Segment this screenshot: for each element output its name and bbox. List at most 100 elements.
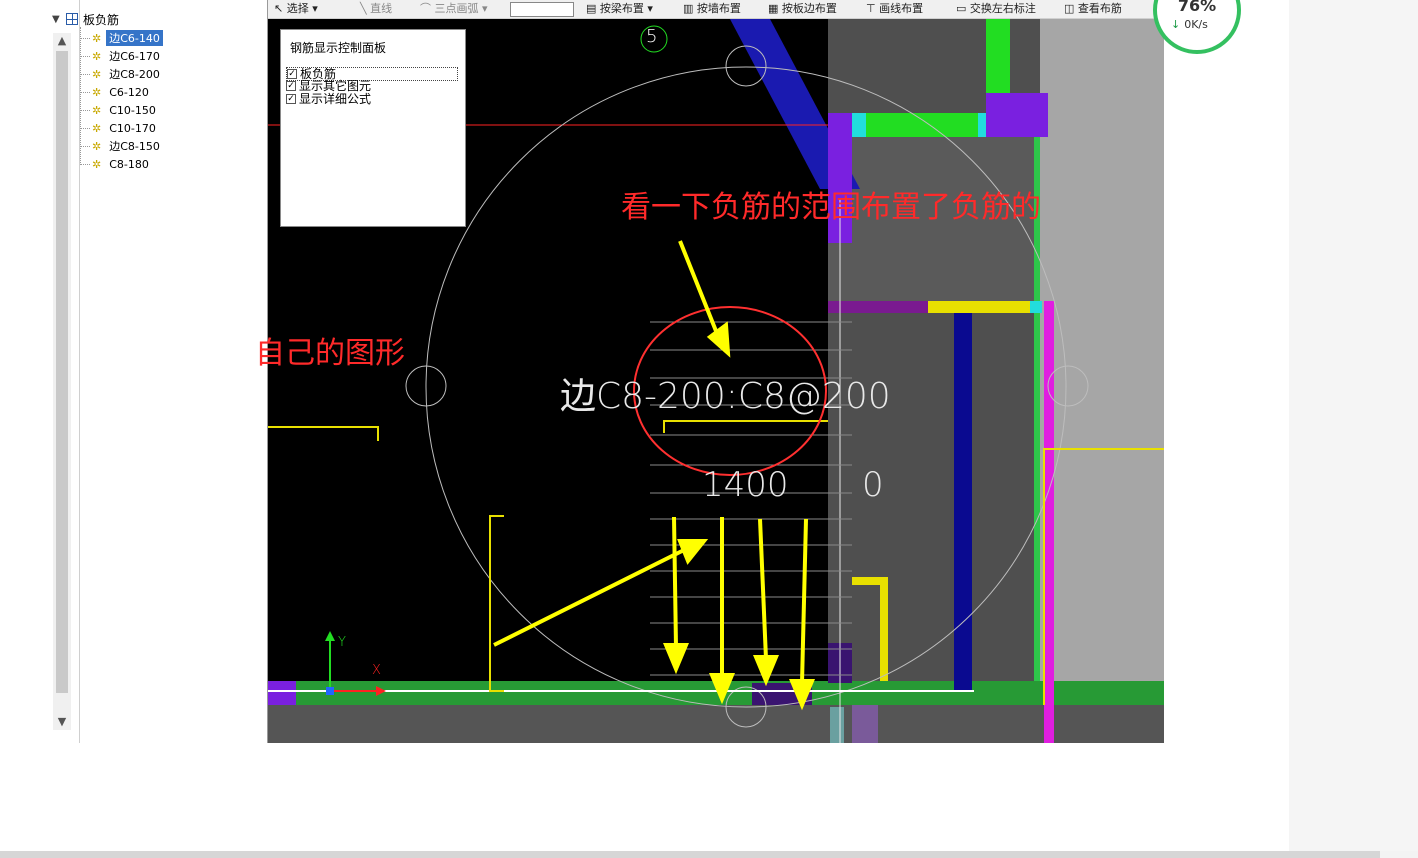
view-label: 查看布筋 <box>1077 2 1122 15</box>
rebar-gear-icon: ✲ <box>92 49 102 63</box>
tree-item[interactable]: ✲ C10-150 <box>80 102 159 118</box>
tree-item-label: C6-120 <box>109 85 149 99</box>
slab-region-light <box>1040 19 1164 743</box>
tree-connector <box>80 37 90 39</box>
green-wall-horizontal <box>864 113 982 137</box>
scroll-down-icon[interactable]: ▼ <box>53 714 71 730</box>
tree-item-label: 边C6-140 <box>106 30 163 46</box>
chevron-down-icon[interactable]: ▼ <box>52 14 66 25</box>
side-length-label: 0 <box>862 465 884 505</box>
bottom-slab <box>268 705 1164 743</box>
draw-line-label: 画线布置 <box>879 2 924 15</box>
purple-column-top <box>986 93 1048 137</box>
wall-layout-button[interactable]: ▥ 按墙布置 <box>683 2 741 16</box>
slab-edge-label: 按板边布置 <box>781 2 837 15</box>
tree-item[interactable]: ✲ 边C8-200 <box>80 66 163 82</box>
swap-label: 交换左右标注 <box>969 2 1036 15</box>
tree-root-label: 板负筋 <box>83 12 120 27</box>
cyan-block-mid <box>1030 301 1042 313</box>
rebar-gear-icon: ✲ <box>92 31 102 45</box>
rebar-gear-icon: ✲ <box>92 139 102 153</box>
axis-number: 5 <box>646 26 658 47</box>
rebar-bracket-top <box>663 420 828 433</box>
rebar-gear-icon: ✲ <box>92 103 102 117</box>
checkbox-checked-icon[interactable]: ✓ <box>286 81 296 91</box>
tree-connector <box>80 55 90 57</box>
tree-connector <box>80 73 90 75</box>
tree-item[interactable]: ✲ C6-120 <box>80 84 152 100</box>
grid-icon <box>66 13 78 25</box>
rebar-display-control-panel: 钢筋显示控制面板 ✓ 板负筋 ✓ 显示其它图元 ✓ 显示详细公式 <box>280 29 466 227</box>
rebar-gear-icon: ✲ <box>92 85 102 99</box>
tree-item-label: 边C6-170 <box>109 50 160 63</box>
toolbar: ↖ 选择 ▾ ╲ 直线 ⌒ 三点画弧 ▾ ▤ 按梁布置 ▾ ▥ 按墙布置 ▦ 按… <box>268 0 1164 19</box>
option-show-detailed-formula[interactable]: ✓ 显示详细公式 <box>286 93 371 105</box>
rebar-gear-icon: ✲ <box>92 157 102 171</box>
horizontal-scrollbar[interactable] <box>0 851 1380 858</box>
tree-connector <box>80 91 90 93</box>
swap-labels-button[interactable]: ▭ 交换左右标注 <box>956 2 1036 16</box>
axis-origin <box>326 687 334 695</box>
checkbox-checked-icon[interactable]: ✓ <box>287 69 297 79</box>
tree-item-label: C10-170 <box>109 121 156 135</box>
select-tool[interactable]: ↖ 选择 ▾ <box>274 2 318 16</box>
toolbar-dropdown[interactable] <box>510 2 574 17</box>
checkbox-checked-icon[interactable]: ✓ <box>286 94 296 104</box>
magenta-column <box>1044 301 1054 743</box>
tree-item-label: C10-150 <box>109 103 156 117</box>
speed-percent: 76% <box>1177 0 1217 15</box>
line-label: 直线 <box>370 2 393 15</box>
tree-connector <box>80 163 90 165</box>
tree-item-label: C8-180 <box>109 157 149 171</box>
y-axis-arrow <box>325 631 335 641</box>
download-arrow-icon: ↓ <box>1171 18 1181 31</box>
cyan-block-top <box>852 113 866 137</box>
tree-item[interactable]: ✲ C10-170 <box>80 120 159 136</box>
tree-item-label: 边C8-150 <box>109 140 160 153</box>
purple-block-left <box>268 681 296 705</box>
navy-column <box>954 313 972 691</box>
option-label: 显示详细公式 <box>299 92 372 106</box>
speed-rate: ↓ 0K/s <box>1171 18 1208 31</box>
select-label: 选择 <box>286 2 309 15</box>
rebar-bracket-bottom <box>489 515 504 692</box>
tree-connector <box>80 127 90 129</box>
y-axis-label: Y <box>338 635 346 650</box>
yellow-beam-mid <box>928 301 1030 313</box>
rebar-gear-icon: ✲ <box>92 67 102 81</box>
arc-tool[interactable]: ⌒ 三点画弧 ▾ <box>420 2 488 16</box>
scroll-up-icon[interactable]: ▲ <box>53 33 71 49</box>
scroll-thumb[interactable] <box>56 51 68 693</box>
tree-scrollbar[interactable]: ▲ ▼ <box>53 33 71 730</box>
annotation-own-shape: 自己的图形 <box>255 336 405 371</box>
rebar-bracket-left <box>268 426 379 441</box>
green-wall-top <box>986 19 1010 101</box>
option-label: 显示其它图元 <box>299 79 372 93</box>
tree-item[interactable]: ✲ C8-180 <box>80 156 152 172</box>
draw-line-layout-button[interactable]: ⊤ 画线布置 <box>866 2 923 16</box>
cyan-block-top-right <box>978 113 986 137</box>
line-tool[interactable]: ╲ 直线 <box>360 2 392 16</box>
view-rebar-button[interactable]: ◫ 查看布筋 <box>1064 2 1122 16</box>
option-show-other-elements[interactable]: ✓ 显示其它图元 <box>286 80 371 92</box>
rebar-gear-icon: ✲ <box>92 121 102 135</box>
tree-item[interactable]: ✲ 边C6-140 <box>80 30 163 46</box>
right-gutter <box>1289 0 1418 851</box>
purple-beam-mid <box>828 301 928 313</box>
rebar-label: 边C8-200:C8@200 <box>560 376 891 417</box>
slab-edge-layout-button[interactable]: ▦ 按板边布置 <box>768 2 837 16</box>
teal-strip <box>830 707 844 743</box>
control-panel-title: 钢筋显示控制面板 <box>290 41 387 55</box>
arc-label: 三点画弧 <box>434 2 479 15</box>
annotation-check-range: 看一下负筋的范围布置了负筋的 <box>621 190 1041 225</box>
beam-layout-button[interactable]: ▤ 按梁布置 ▾ <box>586 2 653 16</box>
x-axis-label: X <box>372 663 381 678</box>
tree-item[interactable]: ✲ 边C8-150 <box>80 138 163 154</box>
tree-connector <box>80 145 90 147</box>
tree-root[interactable]: ▼ 板负筋 <box>52 11 119 27</box>
tree-item[interactable]: ✲ 边C6-170 <box>80 48 163 64</box>
speed-rate-value: 0K/s <box>1184 18 1208 31</box>
tree-item-label: 边C8-200 <box>109 68 160 81</box>
beam-label: 按梁布置 <box>599 2 644 15</box>
wall-label: 按墙布置 <box>696 2 741 15</box>
